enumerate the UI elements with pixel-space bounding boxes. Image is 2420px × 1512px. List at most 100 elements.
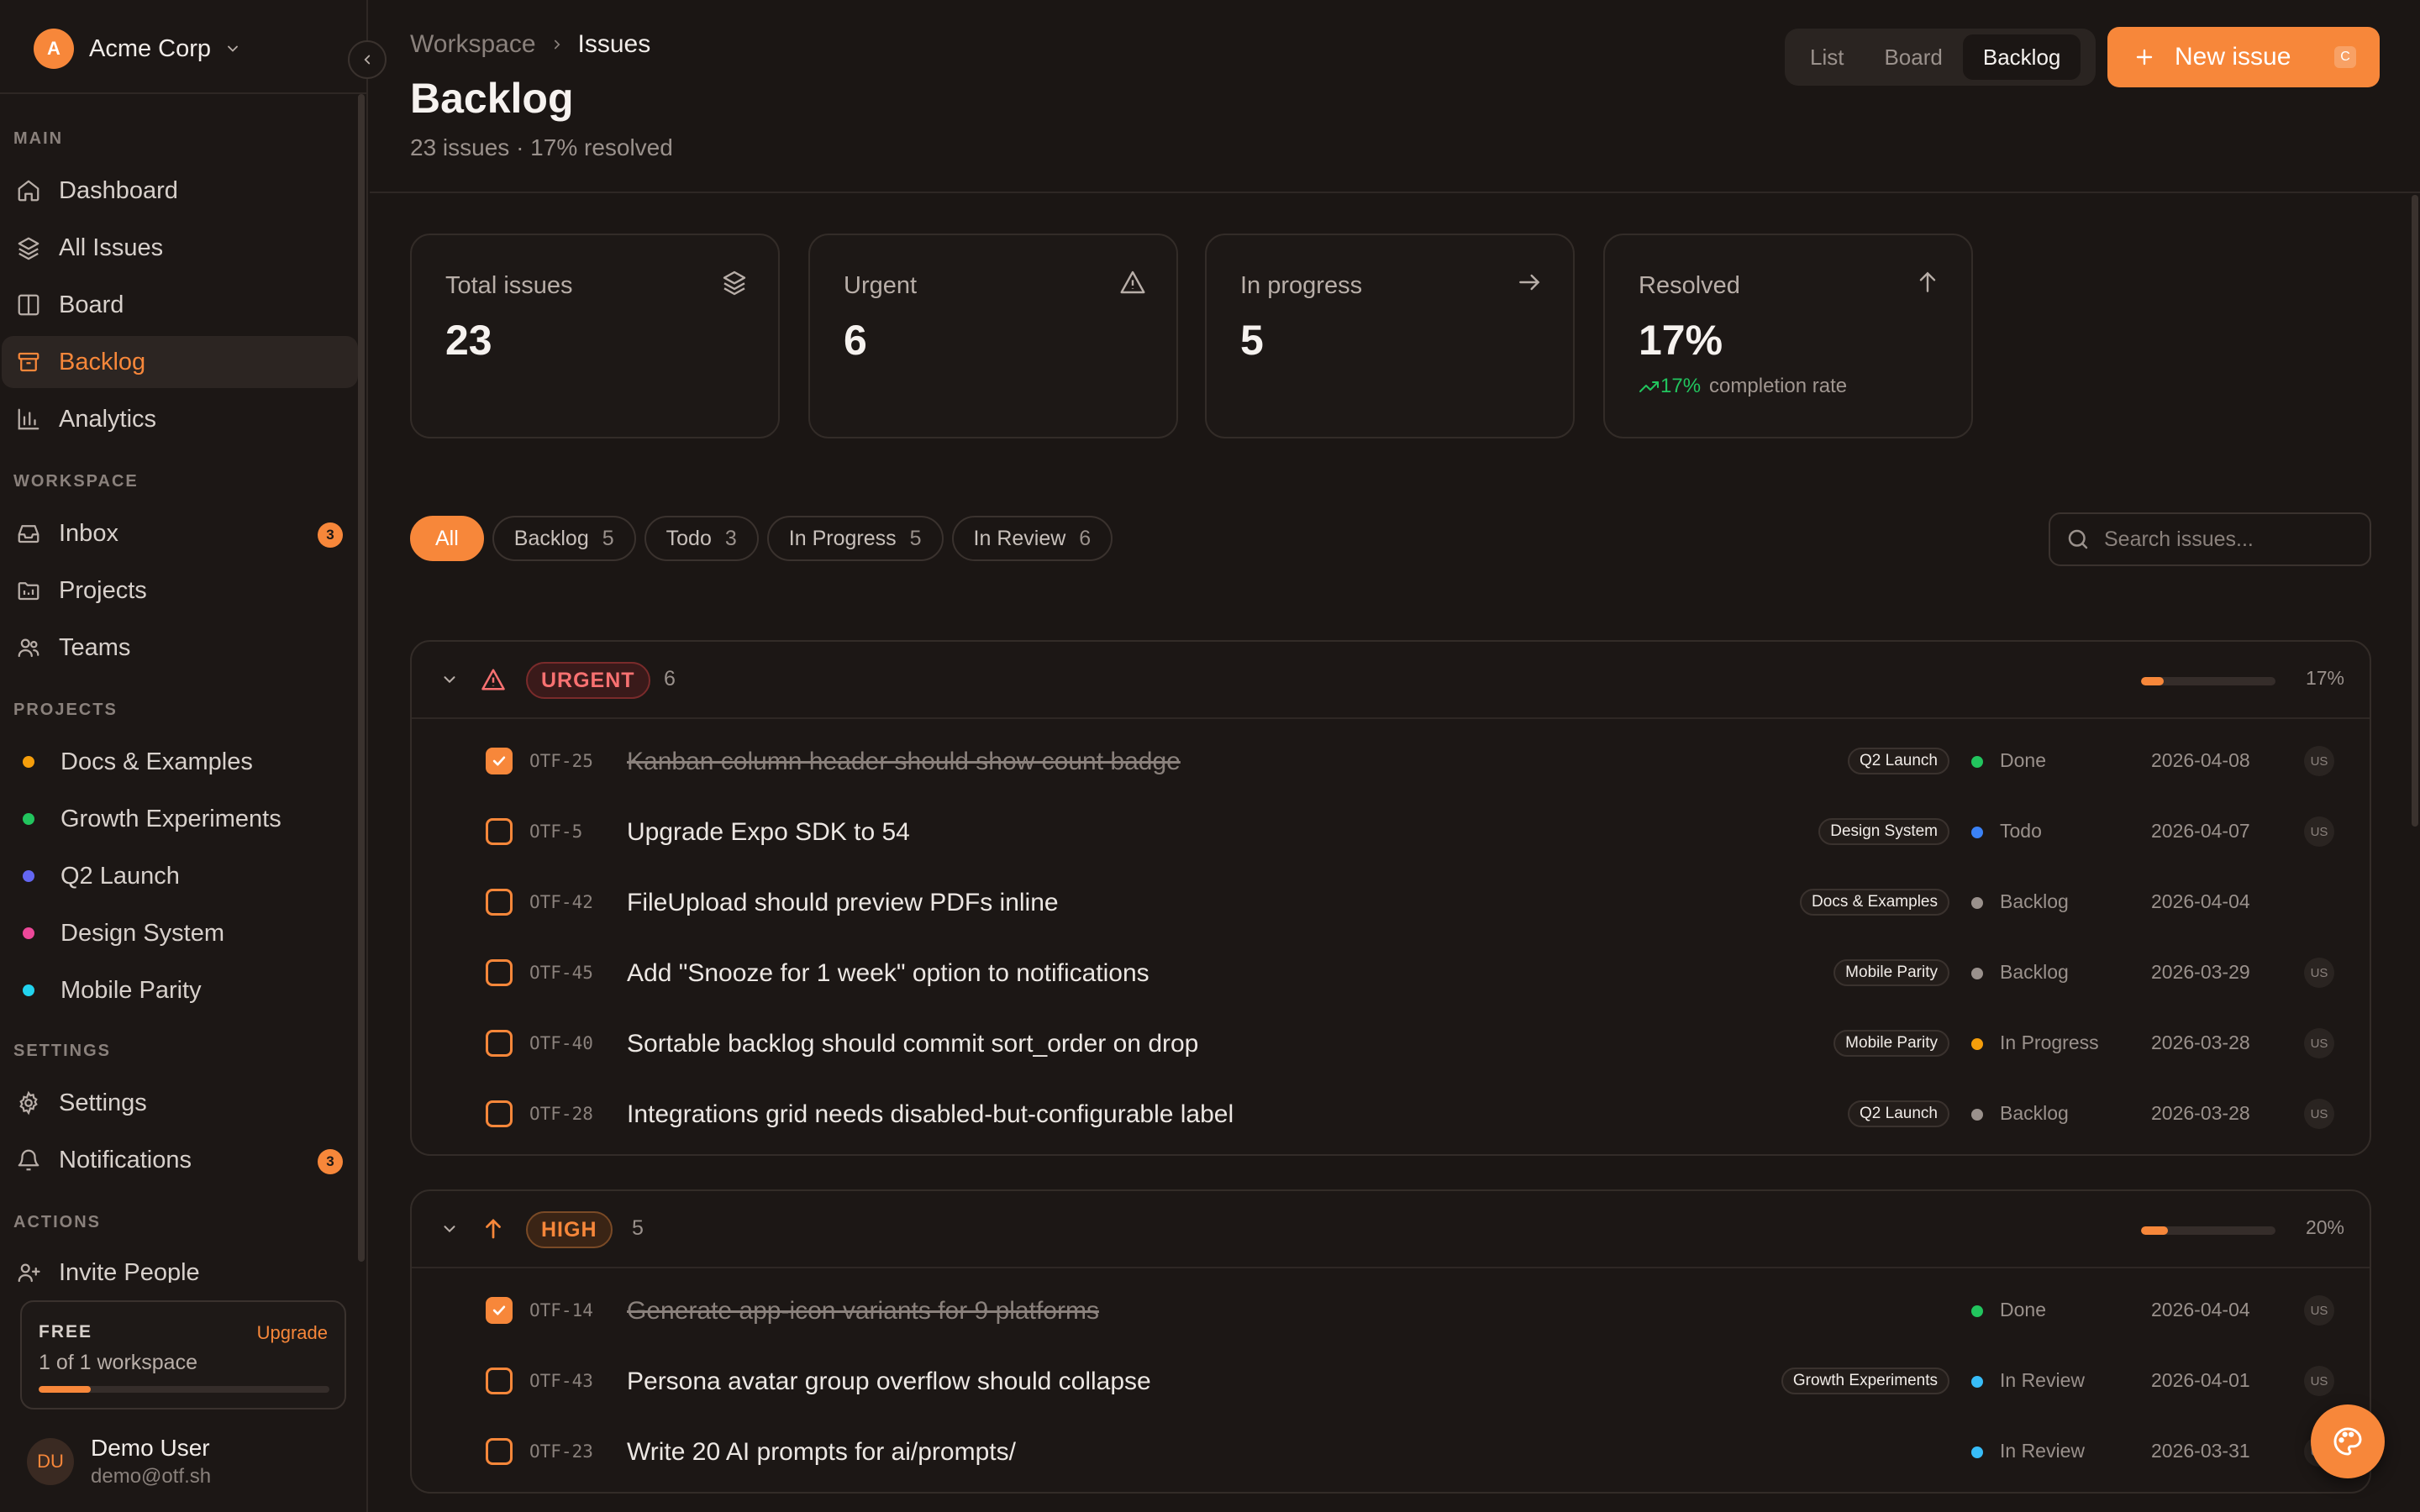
issue-checkbox[interactable] — [486, 818, 513, 845]
chevron-down-icon[interactable] — [440, 1220, 459, 1238]
project-tag[interactable]: Mobile Parity — [1833, 1030, 1949, 1057]
sidebar-project-growth-experiments[interactable]: Growth Experiments — [2, 793, 358, 845]
sidebar-project-docs-examples[interactable]: Docs & Examples — [2, 736, 358, 788]
sidebar-item-backlog[interactable]: Backlog — [2, 336, 358, 388]
assignee-avatar[interactable]: US — [2304, 1028, 2334, 1058]
issue-row[interactable]: OTF-23 Write 20 AI prompts for ai/prompts… — [412, 1416, 2370, 1487]
sidebar-item-settings[interactable]: Settings — [2, 1077, 358, 1129]
sidebar-item-dashboard[interactable]: Dashboard — [2, 165, 358, 217]
status-label[interactable]: In Review — [2000, 1440, 2085, 1462]
group-header[interactable]: URGENT 6 17% — [412, 642, 2370, 719]
issue-row[interactable]: OTF-40 Sortable backlog should commit sor… — [412, 1008, 2370, 1079]
issue-title[interactable]: FileUpload should preview PDFs inline — [627, 889, 1059, 917]
issue-checkbox[interactable] — [486, 1438, 513, 1465]
sidebar-item-label: Invite People — [59, 1258, 200, 1284]
project-tag[interactable]: Growth Experiments — [1781, 1368, 1949, 1394]
sidebar-item-board[interactable]: Board — [2, 279, 358, 331]
issue-title[interactable]: Add "Snooze for 1 week" option to notifi… — [627, 959, 1150, 988]
issue-checkbox[interactable] — [486, 1368, 513, 1394]
sidebar-item-projects[interactable]: Projects — [2, 564, 358, 617]
assignee-avatar[interactable]: US — [2304, 1366, 2334, 1396]
status-label[interactable]: In Review — [2000, 1369, 2085, 1392]
issue-row[interactable]: OTF-25 Kanban column header should show c… — [412, 726, 2370, 796]
sidebar-project-design-system[interactable]: Design System — [2, 907, 358, 959]
filter-chip-all[interactable]: All — [410, 516, 484, 561]
filter-count: 6 — [1079, 526, 1092, 550]
sidebar-project-q2-launch[interactable]: Q2 Launch — [2, 850, 358, 902]
issue-row[interactable]: OTF-28 Integrations grid needs disabled-b… — [412, 1079, 2370, 1149]
user-plus-icon — [13, 1257, 44, 1283]
issue-row[interactable]: OTF-5 Upgrade Expo SDK to 54 Design System… — [412, 796, 2370, 867]
theme-palette-button[interactable] — [2311, 1404, 2385, 1478]
project-tag[interactable]: Docs & Examples — [1800, 889, 1949, 916]
assignee-avatar[interactable]: US — [2304, 1295, 2334, 1326]
group-header[interactable]: HIGH 5 20% — [412, 1191, 2370, 1268]
user-menu[interactable]: DU Demo User demo@otf.sh — [27, 1435, 211, 1488]
issue-title[interactable]: Integrations grid needs disabled-but-con… — [627, 1100, 1234, 1129]
project-tag[interactable]: Q2 Launch — [1848, 1100, 1949, 1127]
page-title: Backlog — [410, 75, 574, 122]
view-list-button[interactable]: List — [1790, 34, 1864, 80]
status-label[interactable]: Backlog — [2000, 890, 2069, 913]
filter-chip-backlog[interactable]: Backlog 5 — [492, 516, 636, 561]
new-issue-button[interactable]: New issue C — [2107, 27, 2380, 87]
chevron-down-icon[interactable] — [440, 670, 459, 689]
issue-title[interactable]: Upgrade Expo SDK to 54 — [627, 818, 910, 847]
issue-row[interactable]: OTF-42 FileUpload should preview PDFs inl… — [412, 867, 2370, 937]
sidebar-item-label: Design System — [60, 919, 225, 947]
breadcrumb-issues[interactable]: Issues — [578, 30, 651, 59]
project-tag[interactable]: Mobile Parity — [1833, 959, 1949, 986]
sidebar-item-analytics[interactable]: Analytics — [2, 393, 358, 445]
filter-chip-todo[interactable]: Todo 3 — [644, 516, 759, 561]
sidebar-project-mobile-parity[interactable]: Mobile Parity — [2, 964, 358, 1016]
status-label[interactable]: Done — [2000, 1299, 2046, 1321]
breadcrumb-workspace[interactable]: Workspace — [410, 30, 536, 59]
status-label[interactable]: Backlog — [2000, 1102, 2069, 1125]
status-label[interactable]: Todo — [2000, 820, 2042, 843]
issue-date: 2026-04-07 — [2151, 820, 2250, 842]
sidebar-item-teams[interactable]: Teams — [2, 622, 358, 674]
issue-title[interactable]: Sortable backlog should commit sort_orde… — [627, 1030, 1198, 1058]
stat-value: 23 — [445, 317, 492, 364]
sidebar-item-inbox[interactable]: Inbox 3 — [2, 507, 358, 559]
issue-checkbox[interactable] — [486, 1030, 513, 1057]
assignee-avatar[interactable]: US — [2304, 958, 2334, 988]
sidebar-scrollbar[interactable] — [358, 94, 365, 1262]
view-backlog-button[interactable]: Backlog — [1962, 34, 2081, 80]
assignee-avatar[interactable]: US — [2304, 746, 2334, 776]
issue-checkbox[interactable] — [486, 959, 513, 986]
issue-checkbox[interactable] — [486, 748, 513, 774]
assignee-avatar[interactable]: US — [2304, 1099, 2334, 1129]
issue-title[interactable]: Write 20 AI prompts for ai/prompts/ — [627, 1438, 1016, 1467]
filter-chip-in-review[interactable]: In Review 6 — [951, 516, 1113, 561]
issue-row[interactable]: OTF-14 Generate app-icon variants for 9 p… — [412, 1275, 2370, 1346]
filter-chip-in-progress[interactable]: In Progress 5 — [766, 516, 944, 561]
issue-id: OTF-25 — [529, 751, 593, 771]
sidebar-item-notifications[interactable]: Notifications 3 — [2, 1134, 358, 1186]
issue-row[interactable]: OTF-45 Add "Snooze for 1 week" option to … — [412, 937, 2370, 1008]
issue-title[interactable]: Persona avatar group overflow should col… — [627, 1368, 1151, 1396]
org-switcher[interactable]: A Acme Corp — [34, 25, 241, 72]
search-input[interactable] — [2104, 527, 2356, 552]
project-tag[interactable]: Design System — [1818, 818, 1949, 845]
status-label[interactable]: Done — [2000, 749, 2046, 772]
status-label[interactable]: Backlog — [2000, 961, 2069, 984]
assignee-avatar[interactable]: US — [2304, 816, 2334, 847]
issue-checkbox[interactable] — [486, 1297, 513, 1324]
issue-checkbox[interactable] — [486, 889, 513, 916]
issue-title[interactable]: Generate app-icon variants for 9 platfor… — [627, 1297, 1099, 1326]
project-tag[interactable]: Q2 Launch — [1848, 748, 1949, 774]
issue-row[interactable]: OTF-43 Persona avatar group overflow shou… — [412, 1346, 2370, 1416]
priority-badge: HIGH — [526, 1211, 613, 1248]
sidebar-item-all-issues[interactable]: All Issues — [2, 222, 358, 274]
status-label[interactable]: In Progress — [2000, 1032, 2099, 1054]
issue-checkbox[interactable] — [486, 1100, 513, 1127]
sidebar-item-invite-people[interactable]: Invite People — [2, 1247, 358, 1283]
view-board-button[interactable]: Board — [1864, 34, 1962, 80]
issue-title[interactable]: Kanban column header should show count b… — [627, 748, 1181, 776]
upgrade-link[interactable]: Upgrade — [257, 1322, 328, 1344]
collapse-sidebar-button[interactable] — [348, 40, 387, 79]
stat-trend: 17% completion rate — [1639, 375, 1847, 398]
main-scrollbar[interactable] — [2412, 195, 2418, 827]
trend-label: completion rate — [1709, 375, 1848, 397]
